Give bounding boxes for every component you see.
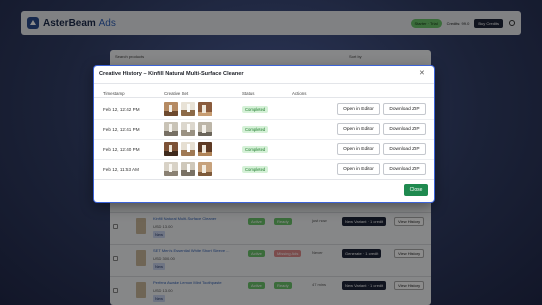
new-variant-button[interactable]: New Variant · 1 credit [342,217,387,226]
download-zip-button[interactable]: Download ZIP [383,123,426,135]
creative-thumbnail[interactable] [198,142,212,156]
status-badge: Completed [242,126,269,133]
product-thumbnail [136,282,146,298]
product-name-link[interactable]: Perfera Awake Lemon Mint Toothpaste [153,280,222,285]
last-generated: Never [312,250,323,255]
history-row: Feb 12, 12:41 PM Completed Open in Edito… [94,120,434,140]
new-variant-button[interactable]: New Variant · 1 credit [342,281,387,290]
column-creative-set: Creative Set [164,91,189,96]
creative-thumbnail[interactable] [164,142,178,156]
column-timestamp: Timestamp [103,91,125,96]
view-history-button[interactable]: View History [394,217,425,226]
creative-thumbnail[interactable] [198,162,212,176]
history-row: Feb 12, 12:40 PM Completed Open in Edito… [94,140,434,160]
open-in-editor-button[interactable]: Open in Editor [337,103,380,115]
new-badge: New [153,231,166,238]
sort-by-label: Sort by [349,54,362,59]
creative-set-thumbnails [164,122,212,136]
creative-thumbnail[interactable] [198,102,212,116]
ad-state-badge: Ready [274,282,292,289]
open-in-editor-button[interactable]: Open in Editor [337,123,380,135]
product-thumbnail [136,250,146,266]
timestamp-cell: Feb 12, 12:42 PM [103,107,140,112]
close-button[interactable]: Close [404,184,428,196]
status-badge: Active [248,250,265,257]
history-row: Feb 12, 11:53 AM Completed Open in Edito… [94,160,434,180]
dialog-footer-divider [94,179,434,180]
new-badge: New [153,263,166,270]
product-row: Perfera Awake Lemon Mint Toothpaste USD … [110,276,431,305]
new-badge: New [153,295,166,302]
product-name-link[interactable]: Kinfill Natural Multi-Surface Cleaner [153,216,216,221]
product-name-link[interactable]: SET Men's Essential White Short Sleeve .… [153,248,230,253]
close-icon[interactable]: ✕ [419,70,425,78]
last-generated: 47 mins [312,282,327,287]
product-row: Kinfill Natural Multi-Surface Cleaner US… [110,212,431,244]
column-status: Status [242,91,255,96]
creative-thumbnail[interactable] [181,122,195,136]
search-products-label: Search products [115,54,145,59]
history-table-header: Timestamp Creative Set Status Actions [94,88,434,98]
column-actions: Actions [292,91,307,96]
creative-history-dialog: Creative History – Kinfill Natural Multi… [94,66,434,202]
creative-set-thumbnails [164,142,212,156]
app-header: AsterBeam Ads Starter · Trial Credits: 9… [21,11,521,35]
product-thumbnail [136,218,146,234]
creative-thumbnail[interactable] [164,162,178,176]
help-circle-icon[interactable] [509,20,515,26]
creative-thumbnail[interactable] [181,102,195,116]
status-badge: Active [248,282,265,289]
row-checkbox[interactable] [113,256,118,261]
open-in-editor-button[interactable]: Open in Editor [337,143,380,155]
history-row: Feb 12, 12:42 PM Completed Open in Edito… [94,100,434,120]
row-checkbox[interactable] [113,224,118,229]
creative-thumbnail[interactable] [164,102,178,116]
creative-thumbnail[interactable] [198,122,212,136]
download-zip-button[interactable]: Download ZIP [383,163,426,175]
dialog-title: Creative History – Kinfill Natural Multi… [99,71,244,77]
product-price: USD 300.00 [153,256,175,261]
view-history-button[interactable]: View History [394,249,425,258]
status-badge: Completed [242,106,269,113]
creative-thumbnail[interactable] [181,162,195,176]
ad-state-badge: Missing Ads [274,250,302,257]
open-in-editor-button[interactable]: Open in Editor [337,163,380,175]
view-history-button[interactable]: View History [394,281,425,290]
status-badge: Completed [242,166,269,173]
product-row: SET Men's Essential White Short Sleeve .… [110,244,431,276]
creative-set-thumbnails [164,102,212,116]
buy-credits-button[interactable]: Buy Credits [474,18,503,28]
creative-set-thumbnails [164,162,212,176]
credits-counter: Credits: 99.0 [446,20,470,26]
ad-state-badge: Ready [274,218,292,225]
creative-thumbnail[interactable] [164,122,178,136]
timestamp-cell: Feb 12, 12:40 PM [103,147,140,152]
brand-logo: AsterBeam Ads [43,17,116,29]
plan-badge: Starter · Trial [410,18,442,28]
product-price: USD 13.00 [153,224,173,229]
dialog-header: Creative History – Kinfill Natural Multi… [94,66,434,84]
download-zip-button[interactable]: Download ZIP [383,143,426,155]
timestamp-cell: Feb 12, 12:41 PM [103,127,140,132]
creative-thumbnail[interactable] [181,142,195,156]
row-checkbox[interactable] [113,288,118,293]
download-zip-button[interactable]: Download ZIP [383,103,426,115]
logo-icon [27,17,39,29]
status-badge: Completed [242,146,269,153]
last-generated: just now [312,218,327,223]
timestamp-cell: Feb 12, 11:53 AM [103,167,139,172]
status-badge: Active [248,218,265,225]
generate-button[interactable]: Generate · 1 credit [342,249,382,258]
product-price: USD 13.00 [153,288,173,293]
